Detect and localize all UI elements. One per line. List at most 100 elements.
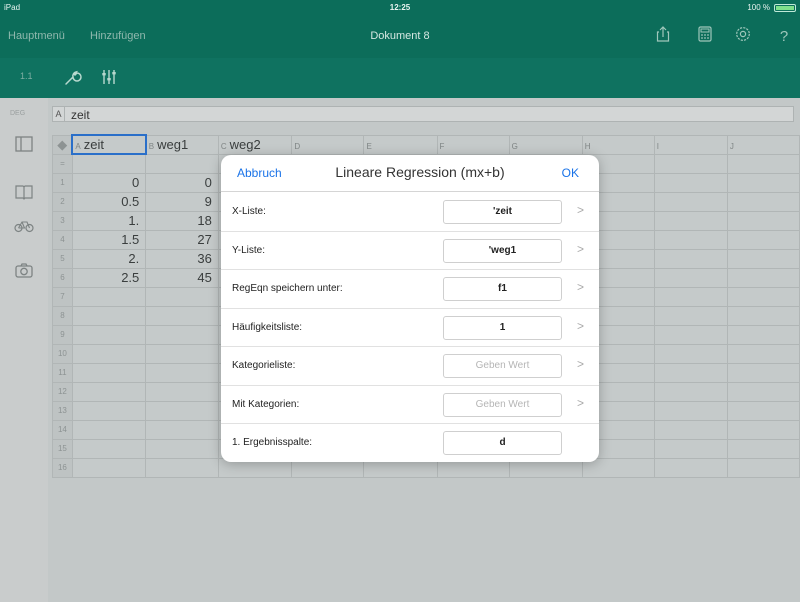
field-input[interactable]: f1 xyxy=(443,277,562,301)
table-cell[interactable] xyxy=(71,286,147,307)
table-cell[interactable]: 0 xyxy=(145,172,219,193)
table-cell[interactable] xyxy=(653,305,728,326)
column-header[interactable]: D xyxy=(291,134,365,155)
table-cell[interactable] xyxy=(653,457,728,478)
row-number[interactable]: 11 xyxy=(52,362,73,383)
table-cell[interactable] xyxy=(653,191,728,212)
table-cell[interactable]: 2.5 xyxy=(71,267,147,288)
row-number[interactable]: 14 xyxy=(52,419,73,440)
column-header[interactable]: F xyxy=(436,134,510,155)
row-number[interactable]: 15 xyxy=(52,438,73,459)
table-cell[interactable] xyxy=(71,362,147,383)
table-cell[interactable] xyxy=(145,400,219,421)
table-cell[interactable] xyxy=(653,286,728,307)
notebook-icon[interactable] xyxy=(13,184,35,206)
table-cell[interactable] xyxy=(653,419,728,440)
camera-icon[interactable] xyxy=(13,262,35,284)
field-input[interactable]: 'zeit xyxy=(443,200,562,224)
table-cell[interactable] xyxy=(726,305,800,326)
table-cell[interactable] xyxy=(726,381,800,402)
row-number[interactable]: 8 xyxy=(52,305,73,326)
calculator-icon[interactable] xyxy=(694,26,716,48)
row-number[interactable]: 9 xyxy=(52,324,73,345)
row-number[interactable]: 6 xyxy=(52,267,73,288)
row-number[interactable]: 13 xyxy=(52,400,73,421)
table-cell[interactable] xyxy=(726,324,800,345)
table-cell[interactable] xyxy=(145,381,219,402)
table-cell[interactable] xyxy=(145,286,219,307)
table-cell[interactable] xyxy=(145,457,219,478)
table-cell[interactable] xyxy=(653,438,728,459)
field-input[interactable]: 1 xyxy=(443,315,562,340)
bicycle-icon[interactable] xyxy=(13,218,35,240)
column-header[interactable]: G xyxy=(508,134,583,155)
row-number[interactable]: 7 xyxy=(52,286,73,307)
table-cell[interactable]: 0 xyxy=(71,172,147,193)
table-cell[interactable] xyxy=(726,229,800,250)
table-cell[interactable]: 2. xyxy=(71,248,147,269)
page-tab[interactable]: 1.1 xyxy=(20,71,33,81)
table-cell[interactable] xyxy=(653,400,728,421)
table-cell[interactable] xyxy=(726,457,800,478)
table-cell[interactable] xyxy=(71,324,147,345)
table-cell[interactable] xyxy=(653,248,728,269)
table-cell[interactable] xyxy=(726,267,800,288)
chevron-right-icon[interactable]: > xyxy=(577,357,584,371)
field-input[interactable]: Geben Wert xyxy=(443,392,562,417)
ok-button[interactable]: OK xyxy=(562,166,579,180)
table-cell[interactable] xyxy=(71,343,147,364)
table-cell[interactable] xyxy=(653,362,728,383)
column-header[interactable]: Bweg1 xyxy=(145,134,219,155)
column-header[interactable]: H xyxy=(581,134,655,155)
table-cell[interactable] xyxy=(71,457,147,478)
table-cell[interactable] xyxy=(71,305,147,326)
table-cell[interactable] xyxy=(653,267,728,288)
formula-cell[interactable] xyxy=(71,153,147,174)
table-cell[interactable] xyxy=(726,191,800,212)
table-cell[interactable] xyxy=(653,343,728,364)
chevron-right-icon[interactable]: > xyxy=(577,319,584,333)
chevron-right-icon[interactable]: > xyxy=(577,242,584,256)
row-number[interactable]: 10 xyxy=(52,343,73,364)
table-cell[interactable] xyxy=(71,381,147,402)
chevron-right-icon[interactable]: > xyxy=(577,396,584,410)
row-number[interactable]: 12 xyxy=(52,381,73,402)
table-cell[interactable] xyxy=(726,248,800,269)
row-number[interactable]: 2 xyxy=(52,191,73,212)
column-header[interactable]: E xyxy=(363,134,438,155)
column-header[interactable]: I xyxy=(653,134,728,155)
table-cell[interactable]: 0.5 xyxy=(71,191,147,212)
formula-cell[interactable] xyxy=(653,153,728,174)
table-cell[interactable]: 1. xyxy=(71,210,147,231)
table-cell[interactable]: 18 xyxy=(145,210,219,231)
table-cell[interactable] xyxy=(653,381,728,402)
field-input[interactable]: d xyxy=(443,431,562,455)
field-input[interactable]: 'weg1 xyxy=(443,238,562,263)
column-header[interactable]: J xyxy=(726,134,800,155)
table-cell[interactable]: 27 xyxy=(145,229,219,250)
table-cell[interactable]: 36 xyxy=(145,248,219,269)
table-cell[interactable] xyxy=(726,419,800,440)
table-cell[interactable] xyxy=(726,343,800,364)
formula-cell[interactable] xyxy=(726,153,800,174)
cell-reference-bar[interactable]: A zeit xyxy=(52,106,794,122)
table-cell[interactable] xyxy=(145,419,219,440)
table-cell[interactable] xyxy=(145,343,219,364)
row-number[interactable]: 5 xyxy=(52,248,73,269)
corner-cell[interactable]: ◆ xyxy=(52,134,73,155)
table-cell[interactable] xyxy=(653,324,728,345)
table-cell[interactable]: 9 xyxy=(145,191,219,212)
chevron-right-icon[interactable]: > xyxy=(577,280,584,294)
column-header[interactable]: Azeit xyxy=(71,134,147,155)
table-cell[interactable] xyxy=(653,229,728,250)
help-icon[interactable]: ? xyxy=(773,26,795,48)
table-cell[interactable] xyxy=(145,305,219,326)
chevron-right-icon[interactable]: > xyxy=(577,203,584,217)
table-cell[interactable] xyxy=(653,210,728,231)
table-cell[interactable] xyxy=(726,210,800,231)
table-cell[interactable] xyxy=(726,172,800,193)
row-number[interactable]: 4 xyxy=(52,229,73,250)
table-cell[interactable]: 45 xyxy=(145,267,219,288)
table-cell[interactable] xyxy=(71,419,147,440)
table-cell[interactable] xyxy=(145,362,219,383)
